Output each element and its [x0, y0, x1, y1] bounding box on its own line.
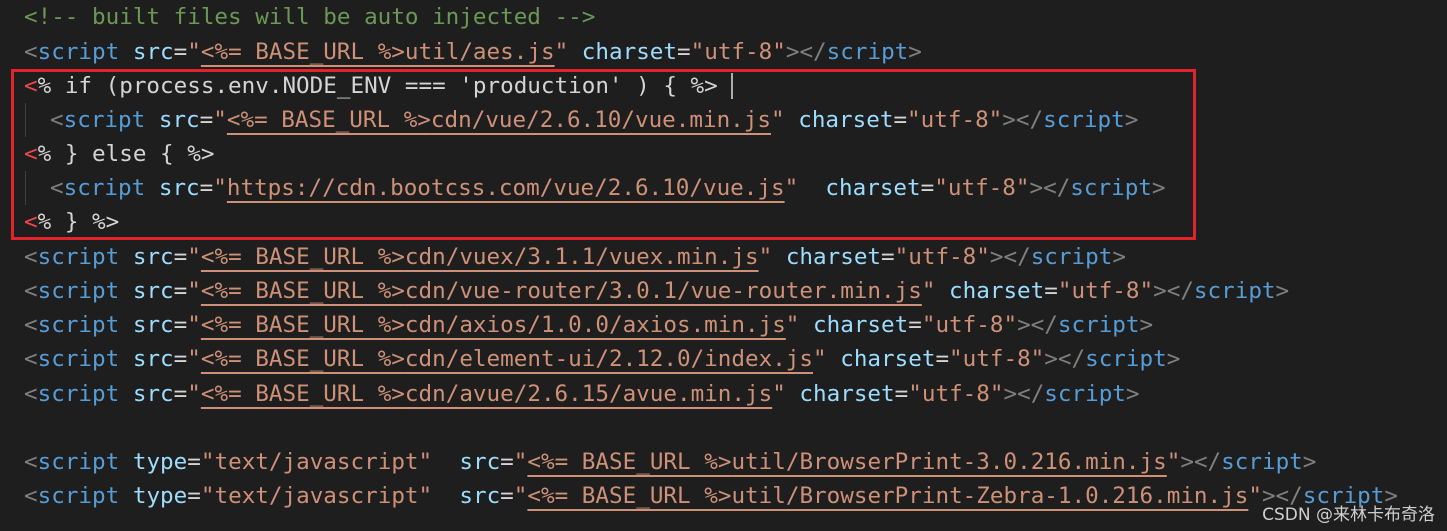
indent-guide — [25, 103, 26, 137]
code-line-ejs-else: <% } else { %> — [24, 141, 215, 167]
src-link-aes[interactable]: <%= BASE_URL %>util/aes.js — [201, 39, 555, 65]
src-link-avue[interactable]: <%= BASE_URL %>cdn/avue/2.6.15/avue.min.… — [201, 381, 772, 407]
code-line-browserprint-zebra: <script type="text/javascript" src="<%= … — [24, 483, 1398, 509]
watermark: CSDN @来林卡布奇洛 — [1262, 505, 1435, 525]
code-line-vue-cdn: <script src="https://cdn.bootcss.com/vue… — [50, 175, 1166, 201]
code-editor[interactable]: <!-- built files will be auto injected -… — [0, 0, 1447, 531]
code-line-element-ui: <script src="<%= BASE_URL %>cdn/element-… — [24, 346, 1181, 372]
code-line-axios: <script src="<%= BASE_URL %>cdn/axios/1.… — [24, 312, 1154, 338]
src-link-browserprint[interactable]: <%= BASE_URL %>util/BrowserPrint-3.0.216… — [527, 449, 1166, 475]
code-line-ejs-end: <% } %> — [24, 209, 120, 235]
src-link-vue-cdn[interactable]: https://cdn.bootcss.com/vue/2.6.10/vue.j… — [227, 175, 785, 201]
code-line-browserprint: <script type="text/javascript" src="<%= … — [24, 449, 1317, 475]
code-line-ejs-if: <% if (process.env.NODE_ENV === 'product… — [24, 73, 718, 99]
code-line-comment: <!-- built files will be auto injected -… — [24, 0, 595, 34]
src-link-element-ui[interactable]: <%= BASE_URL %>cdn/element-ui/2.12.0/ind… — [201, 346, 813, 372]
text-cursor — [731, 73, 733, 99]
code-line-vue-router: <script src="<%= BASE_URL %>cdn/vue-rout… — [24, 278, 1290, 304]
src-link-axios[interactable]: <%= BASE_URL %>cdn/axios/1.0.0/axios.min… — [201, 312, 786, 338]
code-line-aes: <script src="<%= BASE_URL %>util/aes.js"… — [24, 39, 922, 65]
code-line-vuex: <script src="<%= BASE_URL %>cdn/vuex/3.1… — [24, 244, 1126, 270]
src-link-vuex[interactable]: <%= BASE_URL %>cdn/vuex/3.1.1/vuex.min.j… — [201, 244, 759, 270]
indent-guide — [25, 171, 26, 205]
comment-text: <!-- built files will be auto injected -… — [24, 4, 596, 30]
code-line-vue-local: <script src="<%= BASE_URL %>cdn/vue/2.6.… — [50, 107, 1139, 133]
src-link-browserprint-zebra[interactable]: <%= BASE_URL %>util/BrowserPrint-Zebra-1… — [527, 483, 1248, 509]
src-link-vue-local[interactable]: <%= BASE_URL %>cdn/vue/2.6.10/vue.min.js — [227, 107, 771, 133]
src-link-vue-router[interactable]: <%= BASE_URL %>cdn/vue-router/3.0.1/vue-… — [201, 278, 922, 304]
code-line-avue: <script src="<%= BASE_URL %>cdn/avue/2.6… — [24, 381, 1140, 407]
